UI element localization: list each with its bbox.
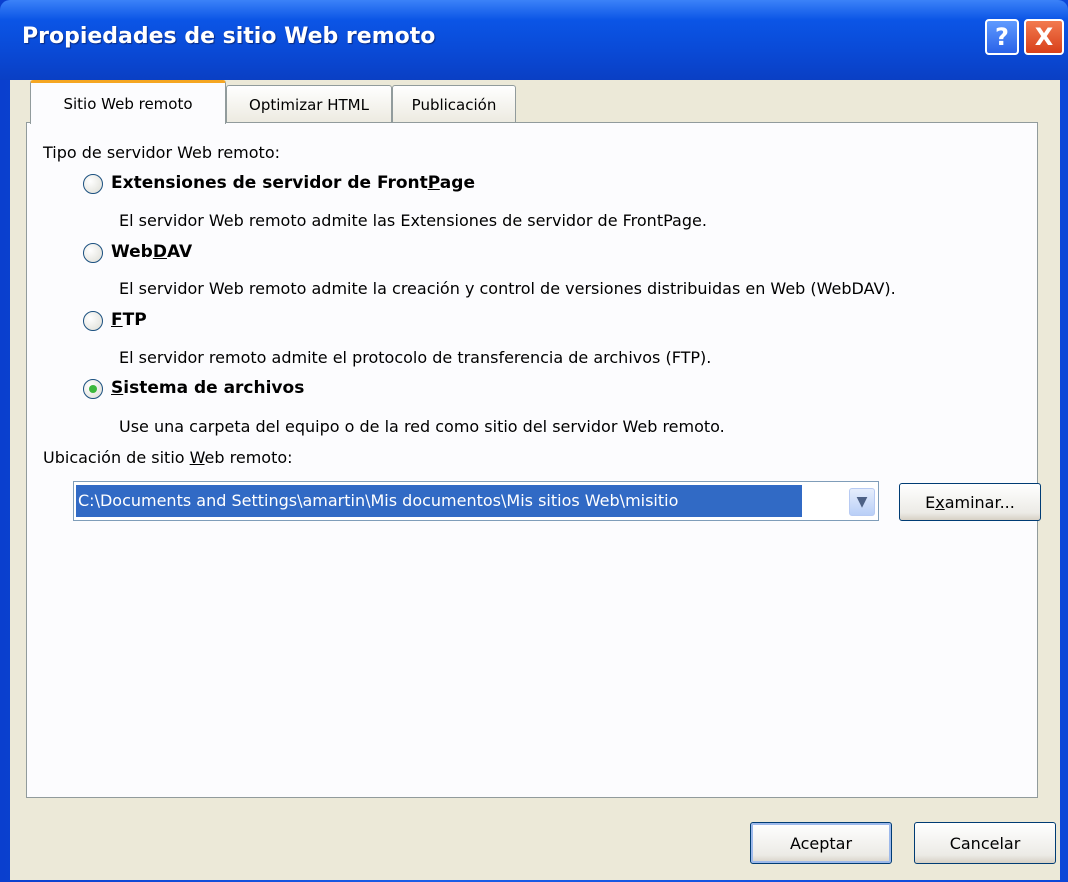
browse-label: Examinar... (925, 492, 1015, 512)
radio-sistema-archivos[interactable] (83, 379, 103, 399)
option-webdav-description: El servidor Web remoto admite la creació… (119, 279, 896, 298)
tab-label: Optimizar HTML (249, 95, 369, 114)
option-frontpage-label[interactable]: Extensiones de servidor de FrontPage (111, 173, 475, 193)
tab-publicacion[interactable]: Publicación (392, 85, 516, 123)
option-ftp-description: El servidor remoto admite el protocolo d… (119, 348, 712, 367)
location-input[interactable]: C:\Documents and Settings\amartin\Mis do… (76, 485, 802, 517)
close-icon: X (1034, 23, 1054, 51)
location-combobox[interactable]: C:\Documents and Settings\amartin\Mis do… (73, 481, 879, 521)
location-label: Ubicación de sitio Web remoto: (43, 448, 293, 467)
radio-webdav[interactable] (83, 243, 103, 263)
help-button[interactable]: ? (985, 19, 1019, 55)
tab-optimizar-html[interactable]: Optimizar HTML (226, 85, 392, 123)
tab-panel: Tipo de servidor Web remoto: Extensiones… (26, 122, 1041, 798)
ok-button[interactable]: Aceptar (750, 822, 892, 864)
option-ftp-label[interactable]: FTP (111, 310, 147, 330)
browse-button[interactable]: Examinar... (899, 483, 1041, 521)
title-bar: Propiedades de sitio Web remoto ? X (0, 0, 1068, 80)
server-type-heading: Tipo de servidor Web remoto: (43, 143, 280, 162)
cancel-button[interactable]: Cancelar (914, 822, 1056, 864)
option-sistema-archivos-description: Use una carpeta del equipo o de la red c… (119, 417, 725, 436)
cancel-label: Cancelar (949, 833, 1021, 853)
tab-label: Publicación (411, 95, 497, 114)
dialog-client-area: Sitio Web remoto Optimizar HTML Publicac… (10, 80, 1060, 880)
ok-label: Aceptar (789, 833, 853, 853)
option-sistema-archivos-label[interactable]: Sistema de archivos (111, 378, 304, 398)
window-title: Propiedades de sitio Web remoto (22, 24, 436, 49)
option-webdav-label[interactable]: WebDAV (111, 242, 192, 262)
combo-dropdown-button[interactable]: ▼ (849, 488, 875, 516)
radio-frontpage[interactable] (83, 174, 103, 194)
tab-sitio-web-remoto[interactable]: Sitio Web remoto (30, 80, 226, 124)
radio-ftp[interactable] (83, 311, 103, 331)
help-icon: ? (995, 23, 1009, 51)
option-frontpage-description: El servidor Web remoto admite las Extens… (119, 211, 707, 230)
close-button[interactable]: X (1024, 19, 1064, 55)
dialog-window: Propiedades de sitio Web remoto ? X Siti… (0, 0, 1068, 882)
tab-label: Sitio Web remoto (63, 94, 193, 113)
chevron-down-icon: ▼ (856, 494, 868, 510)
